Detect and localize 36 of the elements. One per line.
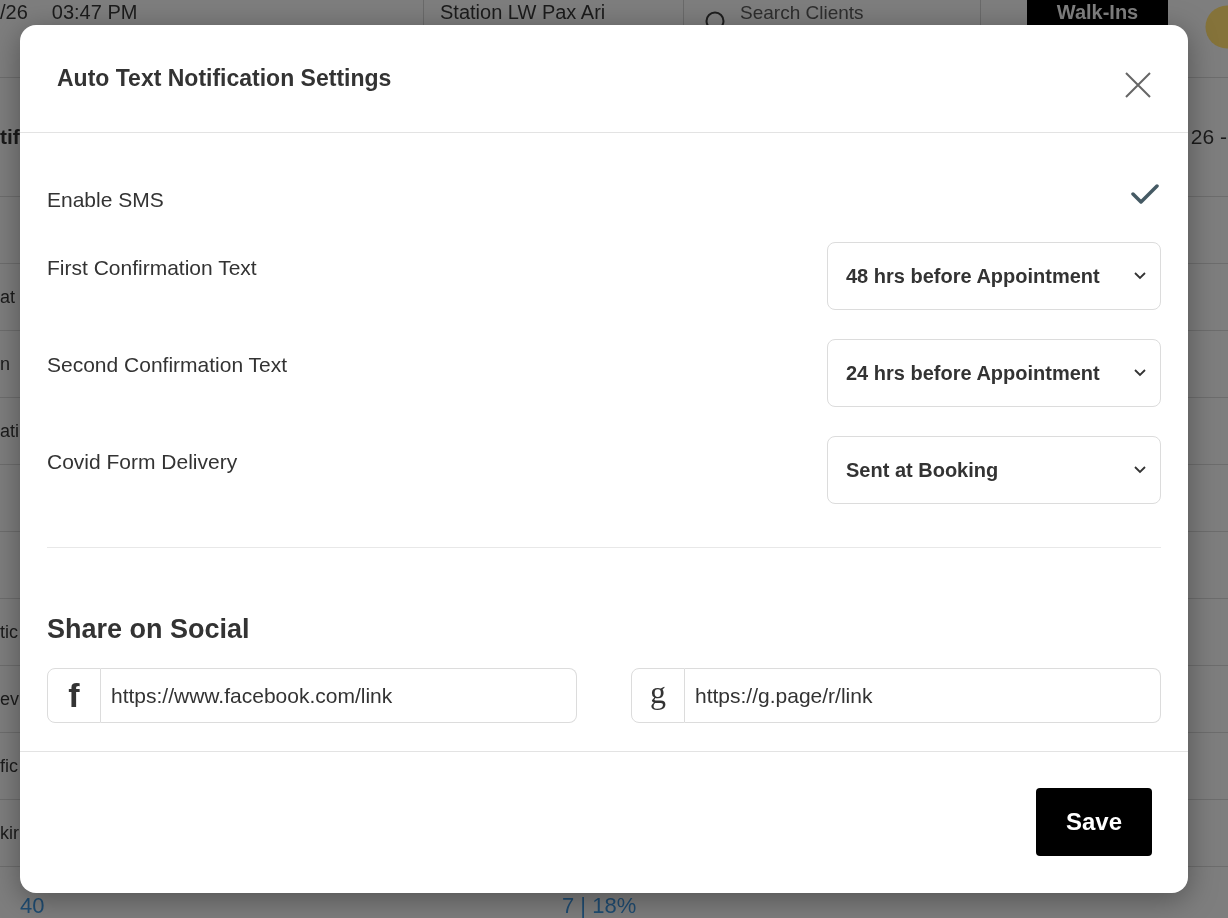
setting-label: Second Confirmation Text — [47, 352, 288, 377]
close-button[interactable] — [1125, 72, 1151, 98]
table-cell: ev — [0, 688, 20, 710]
page-title: tif — [0, 125, 20, 149]
close-icon — [1125, 72, 1151, 98]
url-field[interactable]: https://g.page/r/link — [685, 668, 1161, 723]
table-cell-text: fic — [0, 755, 19, 777]
check-icon[interactable] — [1131, 183, 1159, 205]
select-field[interactable]: 48 hrs before Appointment — [827, 242, 1161, 310]
table-cell: 40 — [20, 893, 45, 918]
station-selector[interactable]: Station LW Pax Ari — [440, 1, 606, 24]
date-range-text: 26 - — [1190, 125, 1227, 149]
setting-label: First Confirmation Text — [47, 255, 257, 280]
table-cell-text: at — [0, 286, 16, 308]
chevron-down-icon — [1134, 466, 1146, 474]
chevron-down-icon — [1134, 272, 1146, 280]
dialog-title: Auto Text Notification Settings — [57, 65, 392, 92]
table-cell-text: tic — [0, 621, 19, 643]
select-field[interactable]: Sent at Booking — [827, 436, 1161, 504]
time-text: 03:47 PM — [51, 1, 138, 24]
section-title: Share on Social — [47, 613, 250, 645]
table-cell-text: n — [0, 353, 11, 375]
table-cell: 7 | 18% — [562, 893, 637, 918]
table-cell: ati — [0, 420, 20, 442]
search-icon — [705, 11, 725, 25]
walk-ins-button[interactable]: Walk-Ins — [1027, 0, 1168, 25]
save-button[interactable]: Save — [1036, 788, 1152, 856]
setting-label: Covid Form Delivery — [47, 449, 238, 474]
url-field[interactable]: https://www.facebook.com/link — [101, 668, 577, 723]
select-field[interactable]: 24 hrs before Appointment — [827, 339, 1161, 407]
chevron-down-icon — [1134, 369, 1146, 377]
date-text: /26 — [0, 1, 28, 24]
enable-sms-label: Enable SMS — [47, 188, 164, 212]
table-cell: kir — [0, 822, 20, 844]
g-letter-icon: g — [631, 668, 685, 723]
f-letter-icon: f — [47, 668, 101, 723]
